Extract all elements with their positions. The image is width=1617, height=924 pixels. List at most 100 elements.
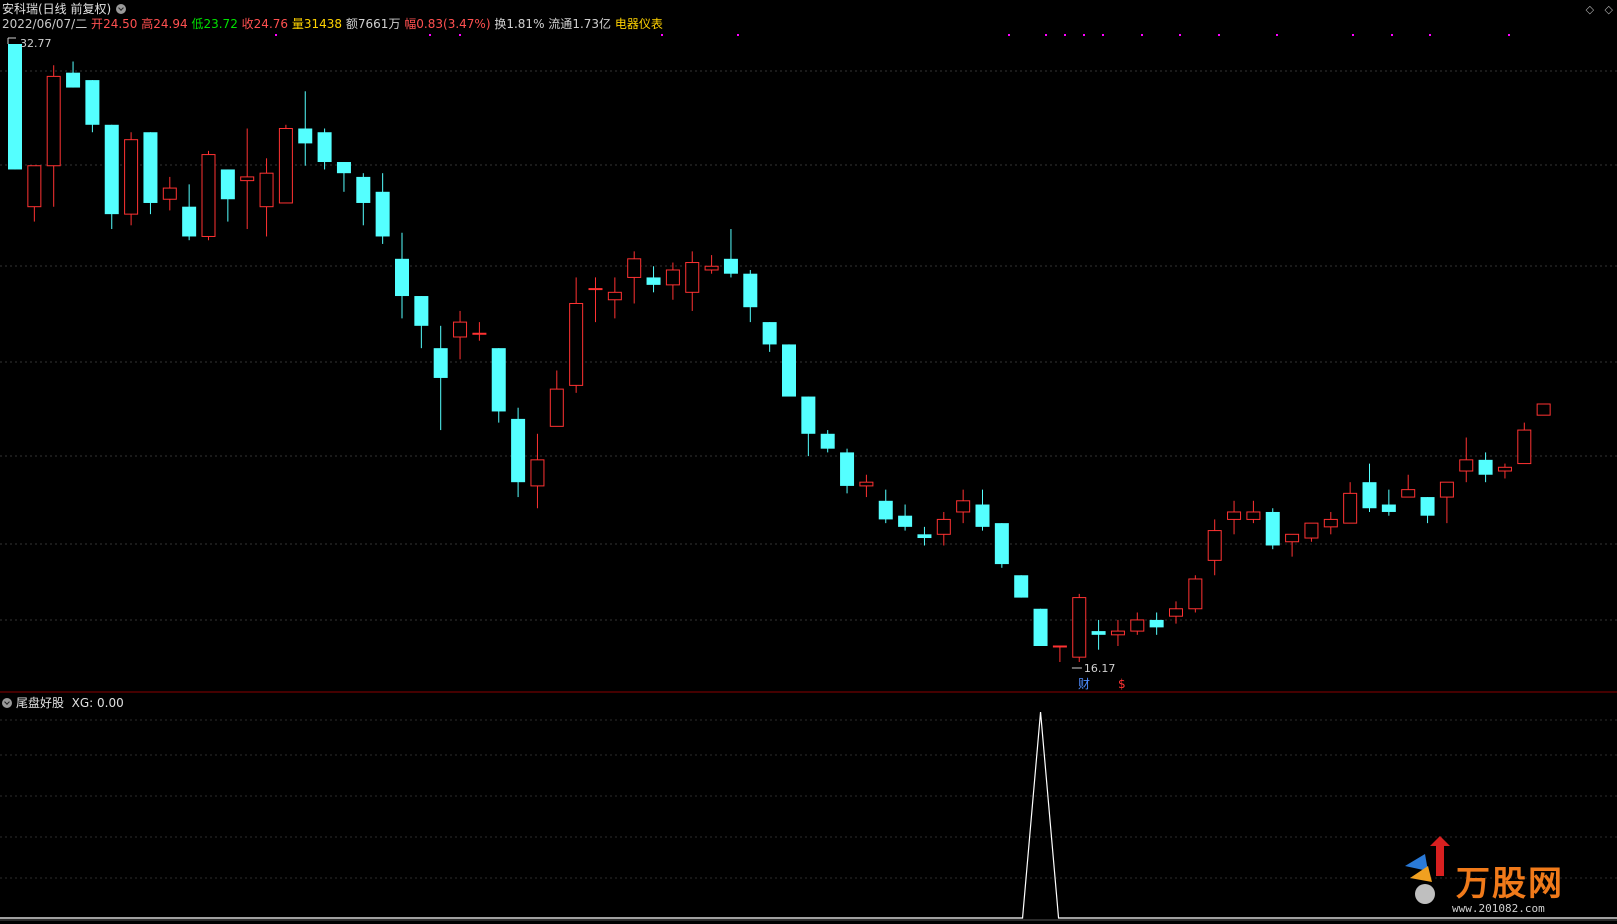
candle-body [975,504,990,527]
candle [356,173,371,226]
candle-body [607,291,622,301]
candle-body [665,269,680,286]
candle [1014,575,1029,598]
candle-body [994,523,1009,565]
candle [1033,608,1048,646]
candle [1536,403,1551,416]
candle-body [27,165,42,208]
candle [1110,619,1125,646]
vol-label: 量 [291,17,304,31]
candle [549,370,564,427]
candle-body [1497,466,1512,472]
signal-marker [661,34,663,36]
float-label: 流通 [548,17,573,31]
sector-name[interactable]: 电器仪表 [615,17,663,31]
candle-body [395,258,409,297]
candle-body [162,187,177,200]
candle [27,165,42,222]
restore-icon[interactable]: ◇ [1605,3,1613,16]
candle [1149,612,1164,635]
candle-body [801,396,816,434]
date-value: 2022/06/07/二 [2,17,88,31]
candle [975,489,990,531]
candle-body [627,258,642,278]
candle-body [240,176,255,182]
candle [1188,575,1203,613]
quote-info-bar: 2022/06/07/二 开24.50 高24.94 低23.72 收24.76… [2,17,663,31]
candle-body [85,80,100,125]
close-label: 收 [241,17,254,31]
candle-body [1285,533,1300,543]
candle [278,124,293,204]
indicator-name: 尾盘好股 [16,696,65,710]
diamond-icon[interactable]: ◇ [1586,3,1594,16]
window-corner-icons[interactable]: ◇ ◇ [1586,3,1613,16]
candle [220,169,235,222]
candle-body [782,344,796,397]
candle [317,128,332,170]
candle [1497,463,1512,479]
candle-body [278,128,293,204]
candle-body [820,433,835,449]
candle-body [1459,459,1474,472]
candle-body [1130,619,1145,632]
candle-body [1304,522,1319,539]
candle-body [414,296,429,326]
candle [104,124,119,230]
candle [240,128,255,230]
event-markers[interactable]: 财 $ [1078,677,1126,691]
candle-body [878,500,893,520]
candle [917,526,932,546]
indicator-menu-icon[interactable] [2,698,12,708]
grid-lines [0,70,1617,879]
candle-body [124,139,139,215]
candle-body [46,75,61,167]
candlestick-series[interactable] [8,44,1551,662]
candle-body [898,515,913,527]
signal-marker [1391,34,1393,36]
dropdown-circle-icon[interactable] [116,4,127,14]
candle [85,80,100,133]
stock-title[interactable]: 安科瑞(日线 前复权) [2,2,127,16]
candle [704,255,719,274]
chg-label: 幅 [404,17,417,31]
amt-value: 7661万 [357,17,401,31]
candle-body [8,44,22,170]
candle [1439,481,1454,524]
candle-body [956,500,971,513]
candle-body [1188,578,1203,610]
signal-marker [275,34,277,36]
candle-body [433,348,448,378]
candle [1072,593,1087,662]
candle-body [259,172,274,208]
signal-marker [1508,34,1510,36]
candle [1207,519,1222,576]
candle-body [685,262,700,293]
event-marker: $ [1118,677,1126,691]
candle [124,132,139,226]
candle [1478,452,1493,483]
candle [433,325,448,431]
candle-body [472,332,487,335]
candle-body [1439,481,1454,498]
candle [375,173,390,244]
candle [143,132,158,215]
indicator-header[interactable]: 尾盘好股 XG: 0.00 [2,694,124,711]
candle-body [1227,511,1242,520]
candle [801,396,816,457]
candle [782,344,796,397]
signal-marker [1045,34,1047,36]
signal-marker [459,34,461,36]
candle [1091,619,1106,650]
candle-body [298,128,313,144]
signal-marker [1179,34,1181,36]
candle [723,229,738,278]
candle-body [1323,518,1338,528]
turn-label: 换 [494,17,507,31]
candle-body [1091,631,1106,635]
signal-marker [1083,34,1085,36]
candle [162,176,177,211]
open-label: 开 [91,17,104,31]
candle-body [917,534,932,539]
xg-signal-line [0,711,1617,919]
